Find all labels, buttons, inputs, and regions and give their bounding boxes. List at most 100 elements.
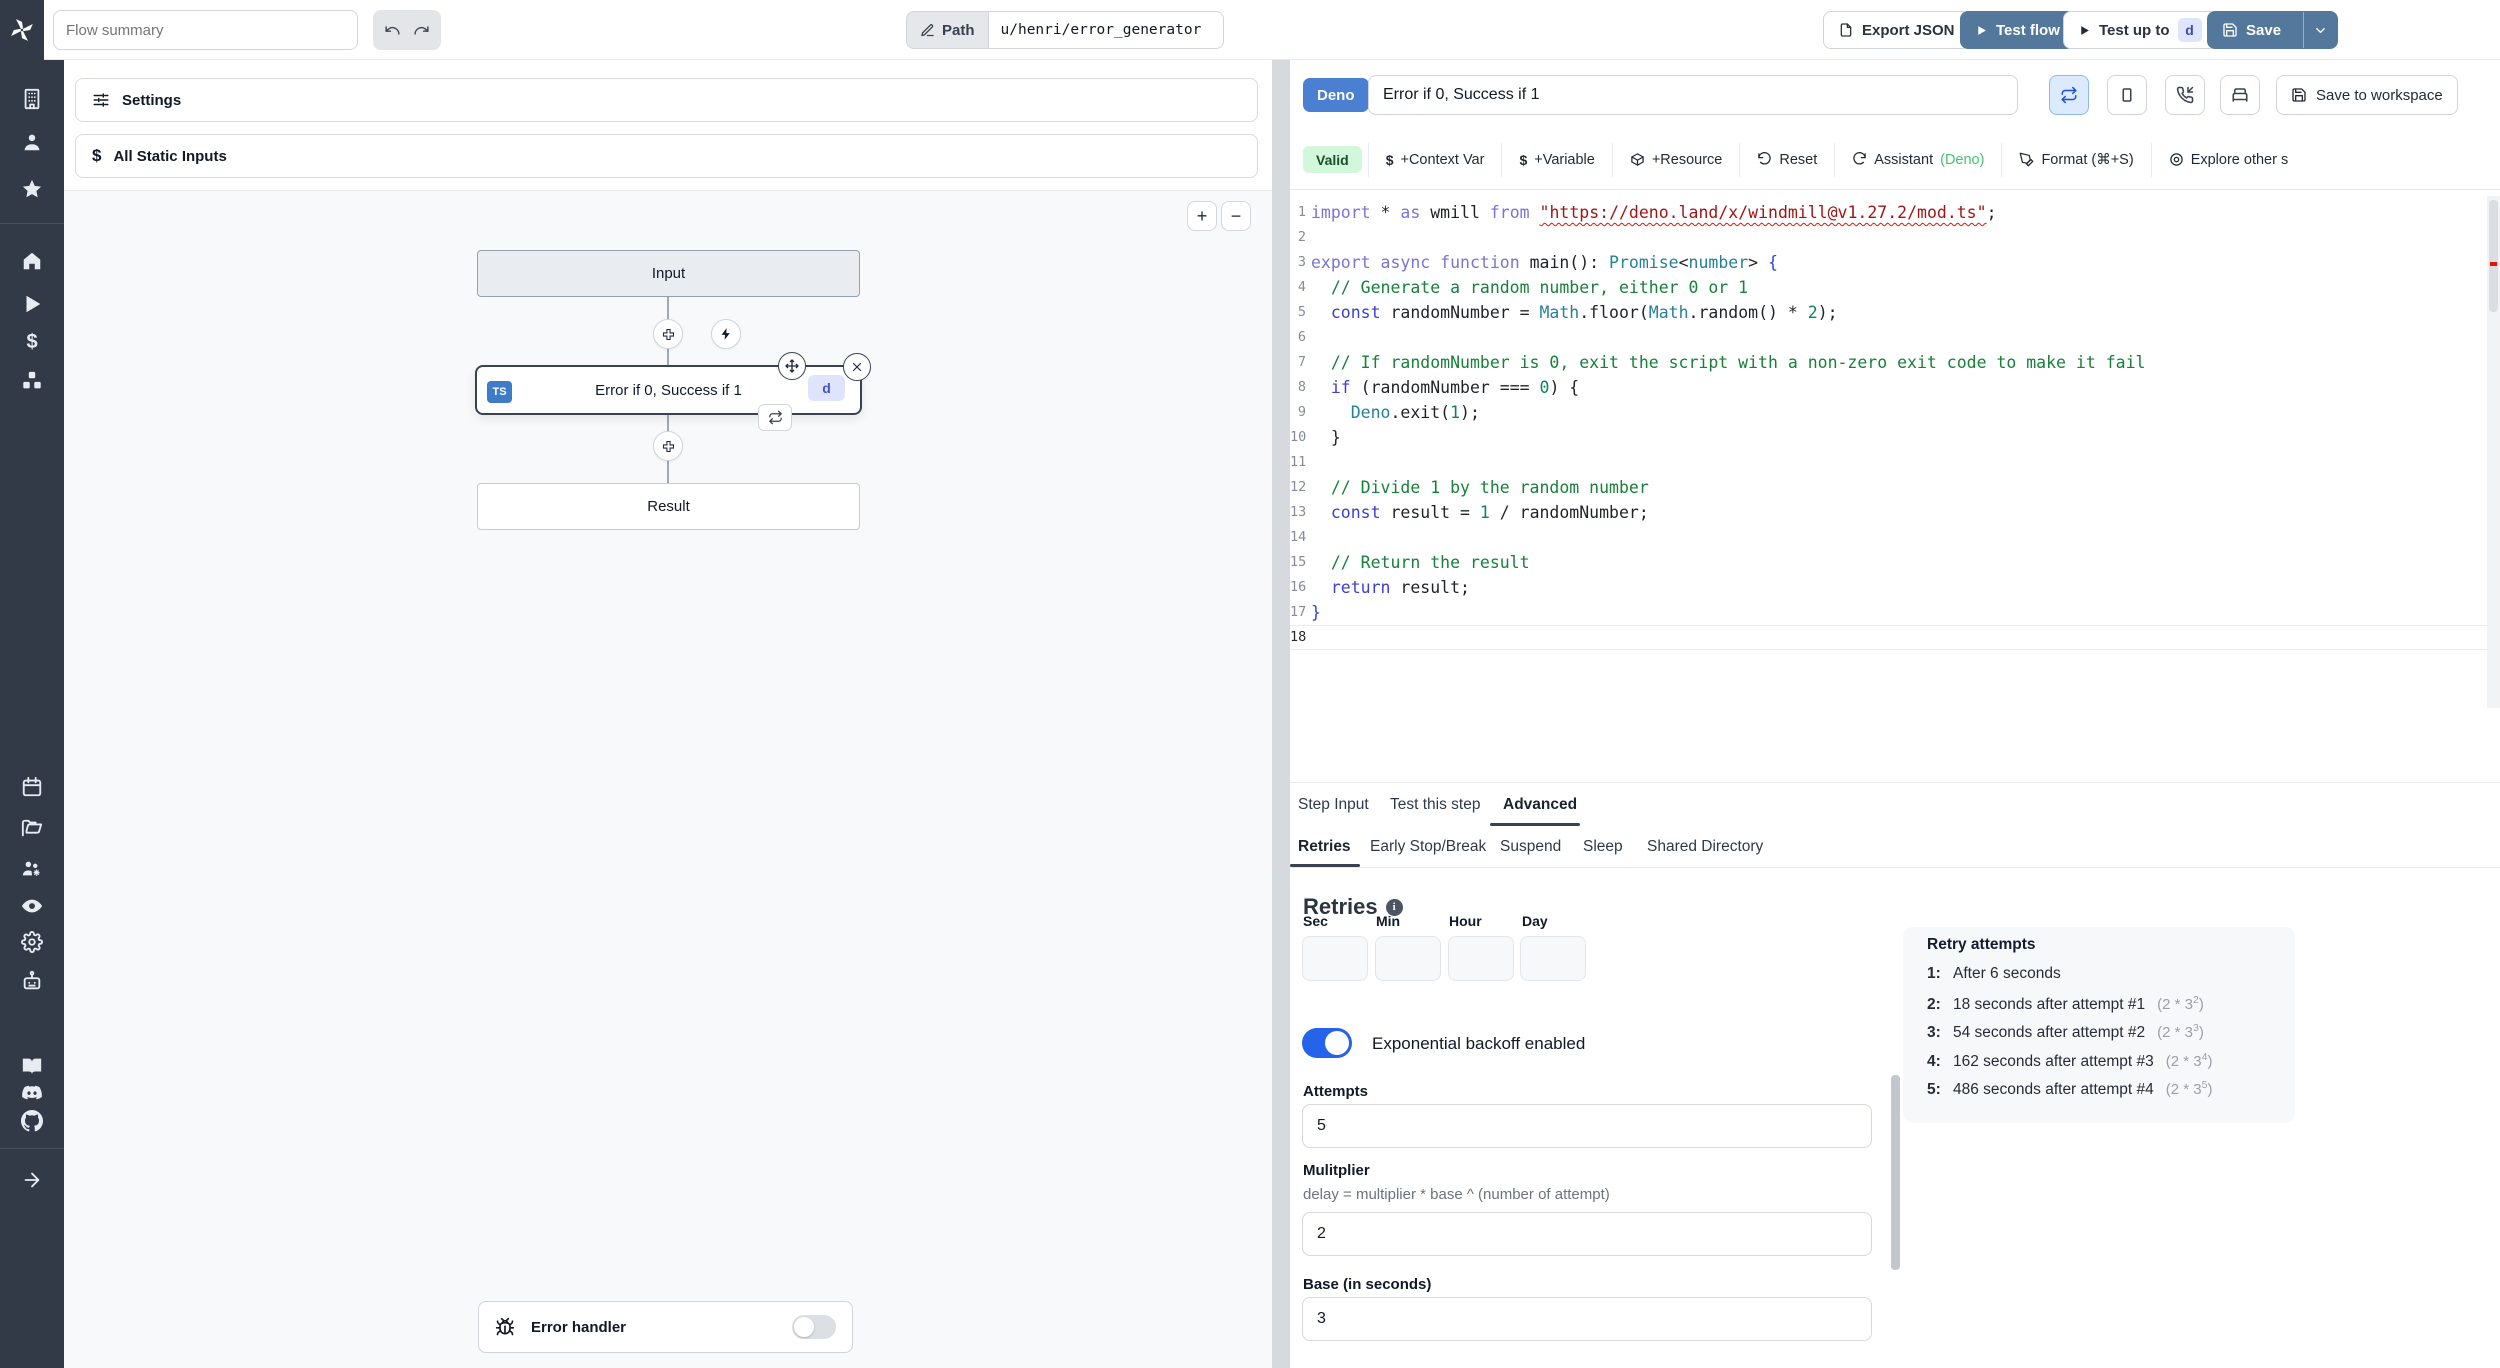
trigger-bolt-button[interactable]	[711, 319, 741, 349]
close-icon	[852, 362, 862, 372]
error-handler-bar[interactable]: Error handler	[478, 1301, 853, 1353]
assistant-button[interactable]: Assistant (Deno)	[1834, 142, 2001, 177]
save-button[interactable]: Save	[2208, 12, 2295, 48]
editor-scrollbar[interactable]	[2487, 196, 2500, 708]
retry-attempt-row: 1: After 6 seconds	[1927, 965, 2061, 982]
add-context-var-button[interactable]: $ +Context Var	[1367, 142, 1502, 177]
variables-dollar-icon[interactable]: $	[0, 331, 64, 353]
test-up-to-button[interactable]: Test up to d	[2063, 11, 2217, 49]
settings-gear-icon[interactable]	[0, 931, 64, 953]
zoom-in-button[interactable]: +	[1187, 201, 1217, 231]
edge-line	[667, 349, 669, 365]
save-icon	[2292, 88, 2306, 102]
attempts-input[interactable]	[1302, 1104, 1872, 1148]
valid-badge: Valid	[1303, 146, 1362, 173]
discord-icon[interactable]	[0, 1082, 64, 1104]
groups-users-gear-icon[interactable]	[0, 858, 64, 880]
code-line: 3 export async function main(): Promise<n…	[1297, 253, 1778, 272]
github-icon[interactable]	[0, 1110, 64, 1132]
audit-eye-icon[interactable]	[0, 895, 64, 917]
input-node[interactable]: Input	[477, 250, 860, 297]
step-node-label: Error if 0, Success if 1	[595, 381, 742, 399]
insert-step-button[interactable]	[653, 319, 683, 349]
tab-test-this-step[interactable]: Test this step	[1390, 783, 1480, 826]
multiplier-input[interactable]	[1302, 1212, 1872, 1256]
test-flow-button[interactable]: Test flow	[1960, 11, 2075, 49]
schedules-calendar-icon[interactable]	[0, 776, 64, 798]
delete-step-button[interactable]	[843, 353, 871, 381]
windmill-logo-icon[interactable]	[0, 0, 44, 60]
save-dropdown-button[interactable]	[2303, 12, 2337, 48]
save-to-workspace-button[interactable]: Save to workspace	[2276, 75, 2458, 115]
zoom-out-button[interactable]: −	[1221, 201, 1251, 231]
result-node[interactable]: Result	[477, 483, 860, 530]
workspace-building-icon[interactable]	[0, 88, 64, 110]
subtab-sleep[interactable]: Sleep	[1583, 826, 1623, 867]
code-line: 16 return result;	[1290, 578, 1470, 597]
subtab-suspend[interactable]: Suspend	[1500, 826, 1561, 867]
runs-play-icon[interactable]	[0, 293, 64, 315]
step-title-input[interactable]	[1368, 75, 2018, 115]
tab-step-input[interactable]: Step Input	[1298, 783, 1369, 826]
retries-scroll-thumb[interactable]	[1891, 1075, 1900, 1270]
play-icon	[2081, 25, 2089, 35]
lightning-icon	[721, 328, 730, 340]
resources-cubes-icon[interactable]	[0, 370, 64, 392]
hour-input[interactable]	[1448, 936, 1514, 981]
export-json-button[interactable]: Export JSON	[1823, 11, 1970, 49]
add-variable-button[interactable]: $ +Variable	[1501, 142, 1611, 177]
multiplier-label: Mulitplier	[1303, 1162, 1370, 1179]
error-handler-toggle[interactable]	[792, 1315, 836, 1339]
editor-scroll-thumb[interactable]	[2489, 200, 2498, 312]
phone-incoming-icon	[2176, 86, 2194, 104]
move-step-button[interactable]	[778, 352, 806, 380]
code-line: 17}	[1290, 603, 1321, 622]
undo-icon[interactable]	[384, 22, 401, 39]
save-split-button: Save	[2207, 11, 2339, 49]
test-up-to-step-badge: d	[2177, 18, 2202, 42]
path-label-chip[interactable]: Path	[906, 11, 988, 49]
explore-scripts-button[interactable]: Explore other s	[2150, 142, 2306, 177]
day-input[interactable]	[1520, 936, 1586, 981]
insert-step-button[interactable]	[653, 431, 683, 461]
exponential-backoff-toggle[interactable]	[1302, 1028, 1352, 1058]
workers-robot-icon[interactable]	[0, 970, 64, 992]
sec-input[interactable]	[1302, 936, 1368, 981]
panel-splitter[interactable]	[1272, 60, 1290, 1368]
home-icon[interactable]	[0, 250, 64, 272]
base-input[interactable]	[1302, 1297, 1872, 1341]
tab-advanced[interactable]: Advanced	[1503, 783, 1577, 826]
reset-button[interactable]: Reset	[1739, 142, 1834, 177]
add-resource-button[interactable]: +Resource	[1611, 142, 1740, 177]
suspend-shortcut-button[interactable]	[2165, 75, 2205, 115]
flow-summary-input[interactable]	[53, 10, 358, 50]
plus-cross-icon	[662, 440, 674, 452]
sleep-shortcut-button[interactable]	[2220, 75, 2260, 115]
docs-book-icon[interactable]	[0, 1055, 64, 1077]
subtab-retries[interactable]: Retries	[1298, 826, 1351, 867]
subtab-shared-directory[interactable]: Shared Directory	[1647, 826, 1763, 867]
info-icon[interactable]: i	[1385, 898, 1403, 916]
typescript-badge: TS	[487, 381, 512, 403]
retry-attempts-title: Retry attempts	[1927, 936, 2036, 953]
folders-icon[interactable]	[0, 818, 64, 840]
path-input[interactable]: u/henri/error_generator	[987, 11, 1224, 49]
format-button[interactable]: Format (⌘+S)	[2001, 142, 2150, 177]
retries-shortcut-button[interactable]	[2049, 75, 2089, 115]
early-stop-shortcut-button[interactable]	[2107, 75, 2147, 115]
min-input[interactable]	[1375, 936, 1441, 981]
favorites-star-icon[interactable]	[0, 178, 64, 200]
left-rail: $	[0, 60, 64, 1368]
flow-settings-bar[interactable]: Settings	[75, 78, 1258, 122]
user-icon[interactable]	[0, 131, 64, 153]
all-static-inputs-bar[interactable]: $ All Static Inputs	[75, 134, 1258, 178]
code-editor[interactable]: 1 import * as wmill from "https://deno.la…	[1290, 200, 2487, 650]
redo-icon[interactable]	[413, 22, 430, 39]
subtab-early-stop[interactable]: Early Stop/Break	[1370, 826, 1486, 867]
step-id-badge: d	[808, 375, 845, 401]
retry-indicator-button[interactable]	[758, 404, 792, 431]
pen-icon	[2020, 152, 2034, 167]
save-label: Save	[2246, 21, 2282, 39]
error-marker	[2490, 262, 2497, 266]
expand-arrow-right-icon[interactable]	[0, 1169, 64, 1191]
